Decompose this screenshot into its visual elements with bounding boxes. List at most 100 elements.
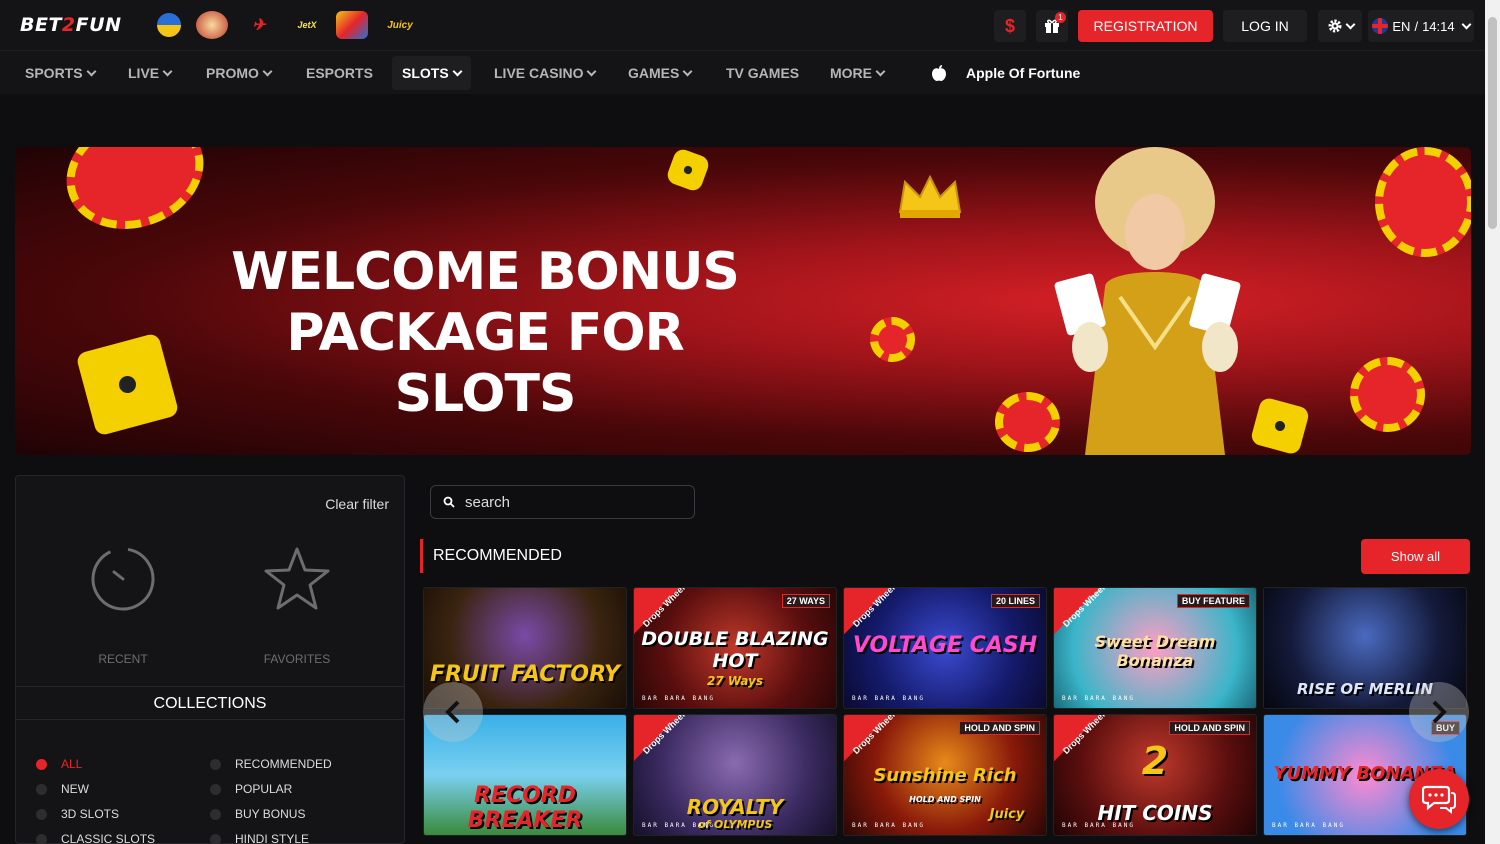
- settings-button[interactable]: [1318, 10, 1362, 42]
- star-icon: [264, 547, 330, 610]
- search-icon: [443, 496, 455, 508]
- search-box[interactable]: [430, 485, 695, 519]
- scrollbar-thumb[interactable]: [1488, 17, 1497, 229]
- show-all-button[interactable]: Show all: [1361, 539, 1470, 574]
- carousel-next-button[interactable]: [1409, 682, 1469, 742]
- nav-promo[interactable]: PROMO: [206, 51, 273, 95]
- chevron-down-icon: [162, 66, 173, 76]
- current-time: 14:14: [1422, 18, 1455, 34]
- radio-dot: [36, 758, 47, 770]
- jetx-game-icon[interactable]: JetX: [294, 11, 320, 39]
- nav-esports[interactable]: ESPORTS: [306, 51, 373, 95]
- casino-chip-decoration: [870, 317, 915, 362]
- radio-dot: [210, 783, 221, 795]
- casino-chip-decoration: [50, 147, 220, 248]
- radio-dot: [36, 783, 47, 795]
- game-tag: BUY FEATURE: [1176, 594, 1250, 608]
- language-code: EN: [1392, 18, 1411, 34]
- dice-decoration: [75, 332, 180, 437]
- main-nav: SPORTS LIVE PROMO ESPORTS SLOTS LIVE CAS…: [0, 50, 1485, 94]
- dice-decoration: [664, 147, 712, 194]
- chevron-down-icon: [86, 66, 97, 76]
- radio-dot: [210, 833, 221, 844]
- nav-live[interactable]: LIVE: [128, 51, 173, 95]
- gift-count-badge: 1: [1055, 12, 1066, 23]
- chevron-right-icon: [1432, 700, 1447, 724]
- slot-game-icon[interactable]: [336, 11, 368, 39]
- chevron-down-icon: [1345, 19, 1355, 29]
- game-card-hit-coins[interactable]: Drops Wheels HOLD AND SPIN 2 HIT COINS B…: [1053, 714, 1257, 836]
- apple-icon[interactable]: [930, 64, 948, 82]
- collections-heading: COLLECTIONS: [16, 686, 404, 720]
- juicy-game-icon[interactable]: Juicy: [384, 11, 416, 39]
- radio-dot: [36, 833, 47, 844]
- chevron-down-icon: [682, 66, 693, 76]
- game-card-sunshine-rich[interactable]: Drops Wheels HOLD AND SPIN Sunshine Rich…: [843, 714, 1047, 836]
- casino-chip-decoration: [1350, 357, 1425, 432]
- clock-icon: [91, 547, 155, 611]
- ukraine-flag-icon[interactable]: [157, 13, 181, 37]
- chevron-down-icon: [1461, 19, 1472, 29]
- game-card-double-blazing-hot[interactable]: Drops Wheels 27 WAYS DOUBLE BLAZING HOT …: [633, 587, 837, 709]
- collection-buy-bonus[interactable]: BUY BONUS: [210, 807, 305, 821]
- collection-all[interactable]: ALL: [36, 757, 82, 771]
- banner-headline: WELCOME BONUS PACKAGE FOR SLOTS: [195, 242, 775, 425]
- live-chat-button[interactable]: [1409, 769, 1469, 829]
- chat-bubble-icon: [1422, 785, 1456, 814]
- nav-games[interactable]: GAMES: [628, 51, 693, 95]
- chevron-down-icon: [875, 66, 886, 76]
- game-card-royalty-of-olympus[interactable]: Drops Wheels ROYALTY of OLYMPUS BAR BARA…: [633, 714, 837, 836]
- clear-filter-button[interactable]: Clear filter: [325, 496, 389, 512]
- collection-popular[interactable]: POPULAR: [210, 782, 292, 796]
- recent-label: RECENT: [98, 652, 148, 666]
- collection-new[interactable]: NEW: [36, 782, 89, 796]
- aviator-plane-icon[interactable]: ✈: [243, 11, 275, 39]
- recommended-heading: RECOMMENDED: [420, 539, 562, 573]
- nav-tv-games[interactable]: TV GAMES: [726, 51, 799, 95]
- language-time-selector[interactable]: EN / 14:14: [1368, 10, 1474, 42]
- nav-slots[interactable]: SLOTS: [392, 56, 471, 90]
- game-tag: HOLD AND SPIN: [959, 721, 1040, 735]
- carousel-prev-button[interactable]: [423, 682, 483, 742]
- favorites-label: FAVORITES: [263, 652, 331, 666]
- gear-icon: [1328, 19, 1341, 33]
- collection-classic-slots[interactable]: CLASSIC SLOTS: [36, 832, 155, 844]
- favorites-tile[interactable]: FAVORITES: [252, 546, 342, 666]
- registration-button[interactable]: REGISTRATION: [1078, 10, 1213, 42]
- game-card-sweet-dream-bonanza[interactable]: Drops Wheels BUY FEATURE Sweet Dream Bon…: [1053, 587, 1257, 709]
- page-scrollbar[interactable]: [1485, 0, 1500, 844]
- game-card-voltage-cash[interactable]: Drops Wheels 20 LINES VOLTAGE CASH BAR B…: [843, 587, 1047, 709]
- radio-dot: [210, 808, 221, 820]
- casino-chip-decoration: [1375, 147, 1471, 257]
- game-tag: 20 LINES: [990, 594, 1040, 608]
- recent-tile[interactable]: RECENT: [78, 546, 168, 666]
- chevron-down-icon: [262, 66, 273, 76]
- banner-woman-illustration: [1054, 147, 1241, 455]
- radio-dot: [210, 758, 221, 770]
- game-tag: HOLD AND SPIN: [1169, 721, 1250, 735]
- chevron-down-icon: [587, 66, 597, 76]
- dollar-icon: $: [1004, 15, 1015, 36]
- apple-of-fortune-link[interactable]: Apple Of Fortune: [966, 65, 1080, 81]
- search-input[interactable]: [465, 493, 685, 511]
- gift-button[interactable]: 1: [1036, 10, 1068, 42]
- site-logo[interactable]: BET2FUN: [20, 14, 121, 36]
- collection-recommended[interactable]: RECOMMENDED: [210, 757, 332, 771]
- deposit-button[interactable]: $: [994, 10, 1026, 42]
- radio-dot: [36, 808, 47, 820]
- promo-banner[interactable]: WELCOME BONUS PACKAGE FOR SLOTS: [15, 147, 1471, 455]
- nav-more[interactable]: MORE: [830, 51, 886, 95]
- chevron-left-icon: [445, 700, 460, 724]
- nav-live-casino[interactable]: LIVE CASINO: [494, 51, 597, 95]
- filter-panel: Clear filter RECENT FAVORITES COLLECTION…: [15, 475, 405, 844]
- uk-flag-icon: [1372, 18, 1389, 34]
- collection-3d-slots[interactable]: 3D SLOTS: [36, 807, 119, 821]
- nav-sports[interactable]: SPORTS: [25, 51, 97, 95]
- separator: /: [1414, 18, 1419, 34]
- collection-hindi-style[interactable]: HINDI STYLE: [210, 832, 309, 844]
- top-header: BET2FUN ✈ JetX Juicy $ 1 REGISTRATION LO…: [0, 0, 1485, 50]
- game-tag: 27 WAYS: [781, 594, 830, 608]
- login-button[interactable]: LOG IN: [1223, 10, 1307, 42]
- banner-line-1: WELCOME BONUS: [231, 242, 740, 302]
- crazy-time-game-icon[interactable]: [196, 11, 228, 39]
